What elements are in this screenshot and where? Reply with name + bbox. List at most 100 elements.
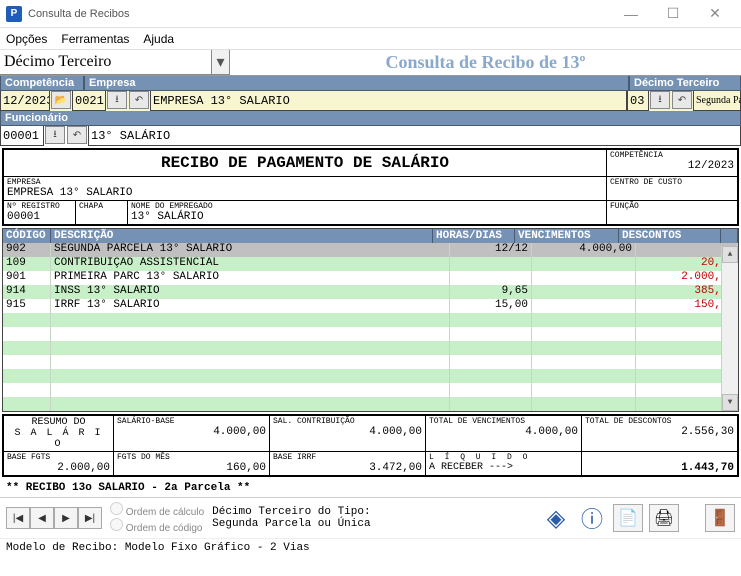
empresa-nome: EMPRESA 13° SALARIO [150,91,627,111]
table-row[interactable]: 902SEGUNDA PARCELA 13° SALÁRIO12/124.000… [3,243,738,257]
undo-icon-3[interactable]: ↶ [67,126,87,144]
table-row[interactable]: 109CONTRIBUIÇÃO ASSISTENCIAL20,00 [3,257,738,271]
sum-val: 4.000,00 [117,426,266,438]
sum-val: 4.000,00 [429,426,578,438]
sum-lbl: FGTS DO MÊS [117,453,266,462]
sum-val: 3.472,00 [273,462,422,474]
model-bar: Modelo de Recibo: Modelo Fixo Gráfico - … [0,538,741,557]
empresa-value: EMPRESA 13° SALARIO [7,187,603,199]
nav-prev-button[interactable]: ◀ [30,507,54,529]
nav-first-button[interactable]: |◀ [6,507,30,529]
sum-lbl: BASE FGTS [7,453,110,462]
empresa-label: EMPRESA [7,178,603,187]
func-nome: 13° SALÁRIO [88,126,741,146]
undo-icon[interactable]: ↶ [129,91,149,109]
competencia-input[interactable]: 12/2023 [0,91,50,111]
down-icon-3[interactable]: ⭳ [45,126,65,144]
table-body[interactable]: 902SEGUNDA PARCELA 13° SALÁRIO12/124.000… [3,243,738,411]
competencia-value: 12/2023 [610,160,734,172]
table-row[interactable]: 915IRRF 13° SALÁRIO15,00150,40 [3,299,738,313]
sum-val: 2.556,30 [585,426,734,438]
info-icon[interactable]: ⓘ [577,504,607,532]
window-title: Consulta de Recibos [28,8,611,20]
chevron-down-icon[interactable]: ▾ [211,50,229,74]
table-row[interactable] [3,341,738,355]
table-row[interactable] [3,383,738,397]
col-horasdias: HORAS/DIAS [433,229,515,243]
header-decimo: Décimo Terceiro [629,76,741,91]
close-button[interactable]: ✕ [695,2,735,26]
decimo-nome: Segunda Parcela ou Única [693,91,741,111]
table-row[interactable] [3,369,738,383]
chapa-label: CHAPA [79,202,124,211]
radio-ordem-calculo[interactable] [110,502,123,515]
col-codigo: CÓDIGO [3,229,51,243]
table-row[interactable] [3,397,738,411]
func-code-input[interactable]: 00001 [0,126,44,146]
nav-last-button[interactable]: ▶| [78,507,102,529]
titlebar: P Consulta de Recibos — ☐ ✕ [0,0,741,28]
scroll-up-icon[interactable]: ▲ [722,246,738,263]
table-row[interactable]: 901PRIMEIRA PARC 13° SALÁRIO2.000,00 [3,271,738,285]
col-vencimentos: VENCIMENTOS [515,229,619,243]
table-row[interactable]: 914INSS 13° SALÁRIO9,65385,90 [3,285,738,299]
liquido-val: 1.443,70 [585,462,734,474]
scrollbar[interactable]: ▲ ▼ [721,246,738,411]
decimo-code-input[interactable]: 03 [627,91,649,111]
header-funcionario: Funcionário [0,111,741,126]
receber-lbl: A RECEBER ---> [429,462,578,473]
minimize-button[interactable]: — [611,2,651,26]
nomeemp-label: NOME DO EMPREGADO [131,202,603,211]
nomeemp-value: 13° SALÁRIO [131,211,603,223]
sum-lbl: TOTAL DE DESCONTOS [585,417,734,426]
registro-value: 00001 [7,211,72,223]
sum-lbl: SAL. CONTRIBUIÇÃO [273,417,422,426]
empresa-code-input[interactable]: 0021 [72,91,106,111]
registro-label: Nº REGISTRO [7,202,72,211]
exit-button[interactable]: 🚪 [705,504,735,532]
items-table: CÓDIGO DESCRIÇÃO HORAS/DIAS VENCIMENTOS … [2,228,739,412]
tipo-dropdown-value: Décimo Terceiro [4,53,111,71]
resumo-lbl: RESUMO DO [7,417,110,428]
col-descricao: DESCRIÇÃO [51,229,433,243]
down-icon[interactable]: ⭳ [107,91,127,109]
menu-ajuda[interactable]: Ajuda [143,32,174,46]
liquido-lbl: L Í Q U I D O [429,453,578,462]
down-icon-2[interactable]: ⭳ [650,91,670,109]
summary-box: RESUMO DO S A L Á R I O SALÁRIO-BASE4.00… [2,414,739,477]
export-button[interactable]: 📄 [613,504,643,532]
menu-ferramentas[interactable]: Ferramentas [61,32,129,46]
competencia-label: COMPETÊNCIA [610,151,734,160]
print-button[interactable]: 🖨 [649,504,679,532]
sum-lbl: SALÁRIO-BASE [117,417,266,426]
footer: |◀ ◀ ▶ ▶| Ordem de cálculo Ordem de códi… [0,497,741,538]
undo-icon-2[interactable]: ↶ [672,91,692,109]
tipo-dropdown[interactable]: Décimo Terceiro ▾ [0,50,230,75]
sum-lbl: TOTAL DE VENCIMENTOS [429,417,578,426]
menu-opcoes[interactable]: Opções [6,32,47,46]
sum-val: 4.000,00 [273,426,422,438]
scroll-down-icon[interactable]: ▼ [722,394,738,411]
sum-lbl: BASE IRRF [273,453,422,462]
funcao-label: FUNÇÃO [610,202,734,211]
centro-label: CENTRO DE CUSTO [610,178,734,187]
app-icon: P [6,6,22,22]
maximize-button[interactable]: ☐ [653,2,693,26]
table-row[interactable] [3,327,738,341]
radio-ordem-codigo[interactable] [110,518,123,531]
recibo-titulo: RECIBO DE PAGAMENTO DE SALÁRIO [4,150,607,176]
nav-next-button[interactable]: ▶ [54,507,78,529]
col-descontos: DESCONTOS [619,229,721,243]
diamond-icon[interactable]: ◈ [541,504,571,532]
footer-text-1: Décimo Terceiro do Tipo: [212,506,370,518]
folder-icon[interactable]: 📂 [51,91,71,109]
sum-val: 160,00 [117,462,266,474]
note-bar: ** RECIBO 13o SALARIO - 2a Parcela ** [0,479,741,497]
footer-text-2: Segunda Parcela ou Única [212,518,370,530]
table-row[interactable] [3,355,738,369]
salario-lbl: S A L Á R I O [7,428,110,450]
header-competencia: Competência [0,76,84,91]
table-row[interactable] [3,313,738,327]
menubar: Opções Ferramentas Ajuda [0,28,741,50]
sort-radios: Ordem de cálculo Ordem de código [110,502,204,534]
